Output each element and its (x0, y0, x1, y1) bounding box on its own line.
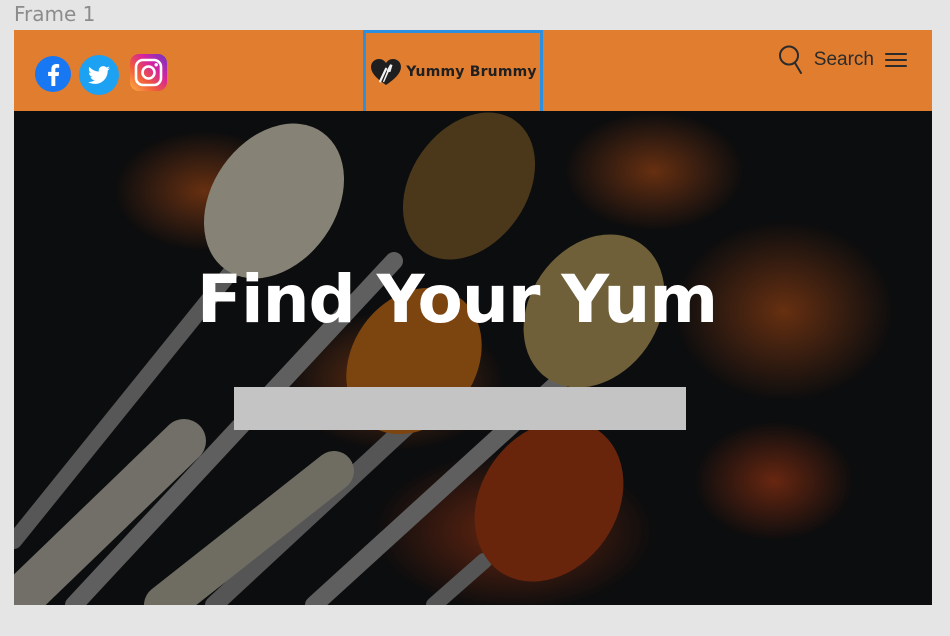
design-frame: Yummy Brummy Search Find Your Yum (14, 30, 932, 605)
search-icon[interactable] (778, 44, 804, 76)
hero-title: Find Your Yum (196, 261, 718, 338)
twitter-icon (79, 55, 119, 95)
heart-fork-knife-icon (371, 59, 402, 85)
site-header: Yummy Brummy Search (14, 30, 932, 114)
facebook-icon (35, 56, 71, 92)
twitter-link[interactable] (78, 54, 120, 96)
logo[interactable]: Yummy Brummy (369, 57, 537, 87)
facebook-link[interactable] (34, 55, 72, 93)
hero-section: Find Your Yum (14, 111, 932, 605)
search-label[interactable]: Search (814, 49, 874, 71)
instagram-icon (130, 54, 167, 91)
logo-text: Yummy Brummy (406, 64, 537, 80)
instagram-link[interactable] (129, 54, 169, 92)
hamburger-menu-icon[interactable] (884, 51, 908, 69)
hero-search-input[interactable] (234, 387, 686, 430)
hero-overlay (14, 111, 932, 605)
header-search: Search (778, 44, 908, 76)
frame-label: Frame 1 (14, 2, 96, 26)
logo-selection-box[interactable]: Yummy Brummy (363, 30, 543, 114)
